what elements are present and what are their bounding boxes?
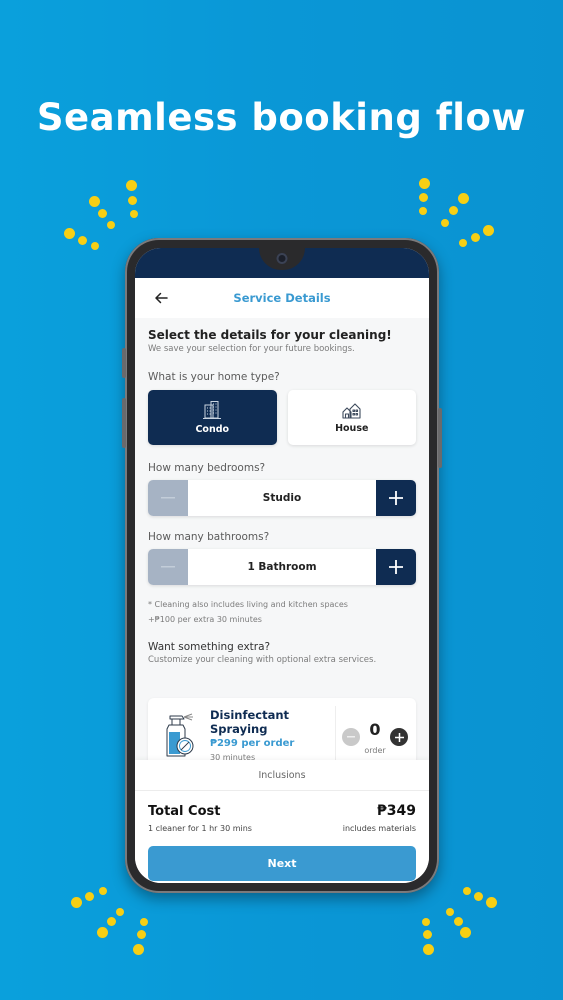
extra-service-name: Disinfectant Spraying <box>210 708 289 736</box>
bathrooms-decrement-button[interactable] <box>148 549 188 585</box>
total-cost-label: Total Cost <box>148 804 221 819</box>
bathrooms-stepper: 1 Bathroom <box>148 549 416 585</box>
intro-heading: Select the details for your cleaning! <box>148 328 392 342</box>
home-type-house-label: House <box>335 423 369 434</box>
bathrooms-value: 1 Bathroom <box>247 561 317 573</box>
plus-icon <box>389 560 403 574</box>
extra-quantity: 0 <box>369 720 381 739</box>
condo-building-icon <box>203 401 222 419</box>
bedrooms-increment-button[interactable] <box>376 480 416 516</box>
power-button <box>438 408 442 468</box>
inclusions-tab[interactable]: Inclusions <box>135 760 429 791</box>
volume-up-button <box>122 348 126 378</box>
extras-heading: Want something extra? <box>148 641 271 653</box>
total-cost-detail: 1 cleaner for 1 hr 30 mins <box>148 824 252 833</box>
bedrooms-decrement-button[interactable] <box>148 480 188 516</box>
page-title: Service Details <box>233 291 331 305</box>
camera-icon <box>276 253 288 264</box>
app-bar: Service Details <box>135 278 429 318</box>
minus-icon <box>161 566 175 568</box>
extra-service-name-line2: Spraying <box>210 722 268 736</box>
note-inclusions: * Cleaning also includes living and kitc… <box>148 600 348 609</box>
total-cost-note: includes materials <box>342 824 416 833</box>
bedrooms-value: Studio <box>262 492 302 504</box>
home-type-house[interactable]: House <box>287 390 416 445</box>
bathrooms-increment-button[interactable] <box>376 549 416 585</box>
minus-icon <box>161 497 175 499</box>
note-extra-time: +₱100 per extra 30 minutes <box>148 615 262 624</box>
bathrooms-question: How many bathrooms? <box>148 531 270 543</box>
arrow-left-icon <box>155 292 168 304</box>
plus-icon <box>389 491 403 505</box>
extra-increment-button[interactable] <box>390 728 408 746</box>
back-button[interactable] <box>149 286 173 310</box>
bedrooms-question: How many bedrooms? <box>148 462 266 474</box>
extra-service-name-line1: Disinfectant <box>210 708 290 722</box>
total-cost-amount: ₱349 <box>377 803 416 819</box>
pricing-notes: * Cleaning also includes living and kitc… <box>148 597 416 627</box>
minus-icon <box>347 736 355 738</box>
phone-frame: Service Details Select the details for y… <box>122 238 442 893</box>
bedrooms-stepper: Studio <box>148 480 416 516</box>
service-form: Select the details for your cleaning! We… <box>148 318 416 665</box>
extra-service-price: ₱299 per order <box>210 738 295 749</box>
house-icon <box>342 403 361 419</box>
phone-screen: Service Details Select the details for y… <box>135 248 429 883</box>
extra-service-card: Disinfectant Spraying ₱299 per order 30 … <box>148 698 416 768</box>
home-type-condo-label: Condo <box>195 424 230 435</box>
home-type-condo[interactable]: Condo <box>148 390 277 445</box>
extra-quantity-unit: order <box>364 746 386 755</box>
volume-down-button <box>122 398 126 448</box>
home-type-selector: Condo House <box>148 390 416 445</box>
divider <box>335 706 336 762</box>
next-button[interactable]: Next <box>148 846 416 881</box>
home-type-question: What is your home type? <box>148 371 280 383</box>
extra-decrement-button[interactable] <box>342 728 360 746</box>
booking-summary: Total Cost 1 cleaner for 1 hr 30 mins ₱3… <box>135 791 429 883</box>
plus-icon <box>394 732 404 742</box>
spray-bottle-icon <box>166 713 194 757</box>
extras-subtext: Customize your cleaning with optional ex… <box>148 655 377 665</box>
intro-subtext: We save your selection for your future b… <box>148 344 355 354</box>
headline: Seamless booking flow <box>36 96 527 139</box>
